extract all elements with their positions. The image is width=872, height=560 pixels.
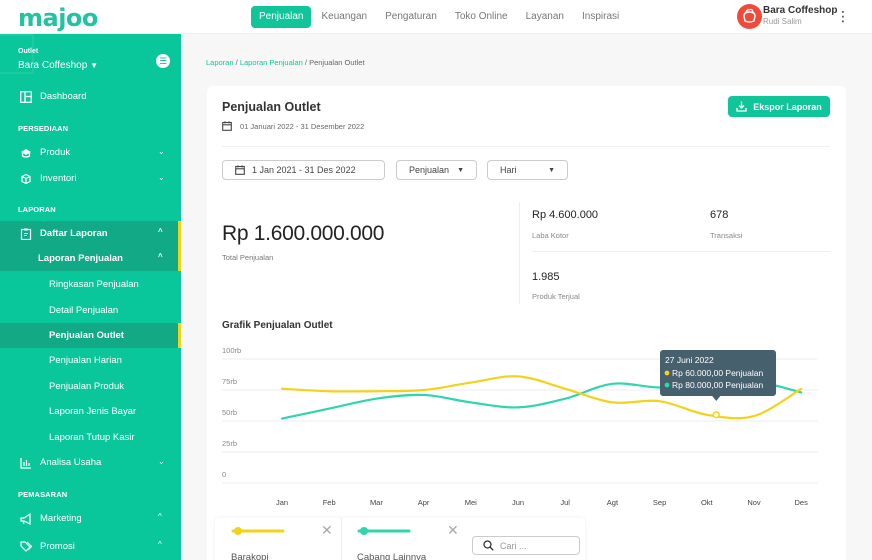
tooltip-line: Rp 80.000,00 Penjualan: [672, 380, 763, 390]
y-axis-ticks: 0 25rb 50rb 75rb 100rb: [222, 346, 241, 479]
legend-line-swatch: [357, 527, 411, 535]
remove-series-icon[interactable]: ✕: [447, 522, 459, 539]
x-axis-ticks: Jan Feb Mar Apr Mei Jun Jul Agt Sep Okt Nov Des: [276, 498, 808, 507]
search-placeholder: Cari ...: [500, 540, 527, 551]
y-tick-label: 25rb: [222, 439, 237, 448]
legend-label: Barakopi: [231, 552, 269, 560]
y-tick-label: 50rb: [222, 408, 237, 417]
x-tick-label: Feb: [323, 498, 336, 507]
x-tick-label: Jul: [560, 498, 570, 507]
y-tick-label: 75rb: [222, 377, 237, 386]
x-tick-label: Mar: [370, 498, 383, 507]
x-tick-label: Jun: [512, 498, 524, 507]
legend-item-barakopi[interactable]: ✕ Barakopi: [215, 518, 338, 560]
legend-label: Cabang Lainnya: [357, 552, 427, 560]
y-tick-label: 100rb: [222, 346, 241, 355]
x-tick-label: Jan: [276, 498, 288, 507]
remove-series-icon[interactable]: ✕: [321, 522, 333, 539]
hover-point-marker: [712, 411, 720, 419]
x-tick-label: Sep: [653, 498, 666, 507]
tooltip-line: Rp 60.000,00 Penjualan: [672, 368, 763, 378]
x-tick-label: Mei: [465, 498, 477, 507]
legend-item-cabang-lainnya[interactable]: ✕ Cabang Lainnya: [341, 518, 464, 560]
tooltip-title: 27 Juni 2022: [665, 355, 714, 365]
tooltip-series-dot: [664, 382, 670, 388]
x-tick-label: Nov: [747, 498, 761, 507]
x-tick-label: Des: [795, 498, 809, 507]
chart-tooltip: 27 Juni 2022 Rp 60.000,00 Penjualan Rp 80.…: [660, 350, 776, 419]
x-tick-label: Okt: [701, 498, 714, 507]
series-search-input[interactable]: Cari ...: [472, 536, 580, 555]
search-icon: [483, 540, 494, 551]
y-tick-label: 0: [222, 470, 226, 479]
legend-panel: ✕ Barakopi ✕ Cabang Lainnya Cari ...: [215, 518, 585, 560]
tooltip-pointer: [712, 396, 721, 401]
x-tick-label: Agt: [607, 498, 619, 507]
tooltip-series-dot: [664, 370, 670, 376]
sales-line-chart: 0 25rb 50rb 75rb 100rb Jan Feb Mar Apr Mei Jun Jul…: [222, 346, 818, 507]
legend-line-swatch: [231, 527, 285, 535]
x-tick-label: Apr: [418, 498, 430, 507]
